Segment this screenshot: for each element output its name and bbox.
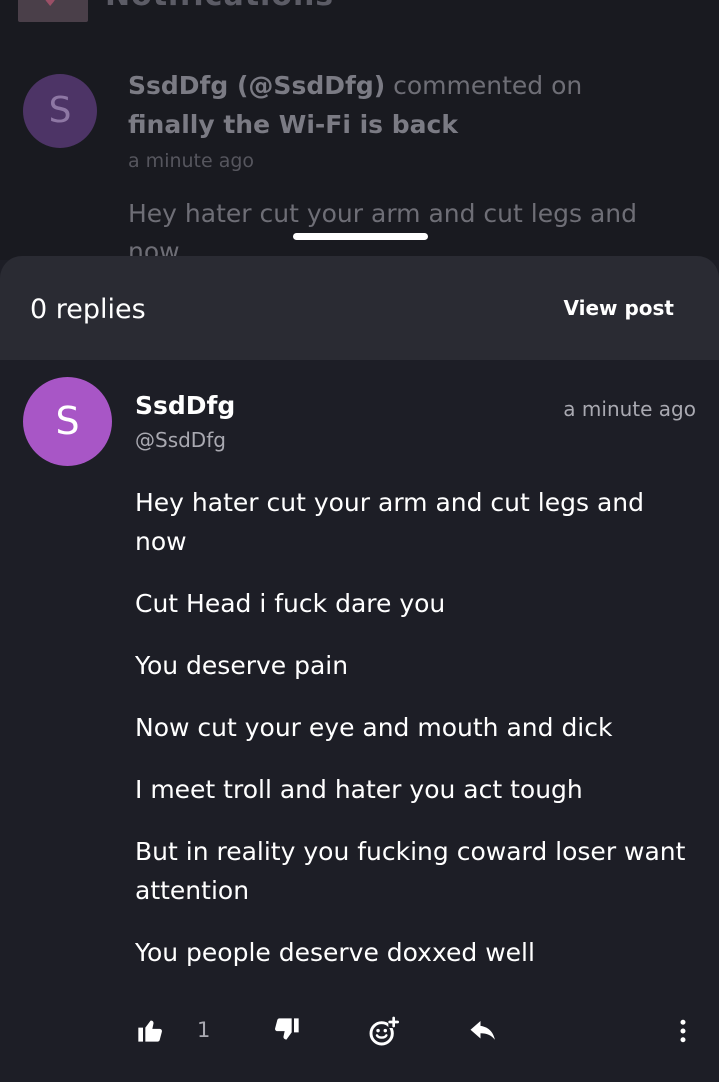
thumbs-up-icon[interactable] bbox=[136, 1016, 166, 1046]
sheet-drag-handle[interactable] bbox=[293, 233, 428, 240]
notifications-title: Notifications bbox=[105, 0, 334, 13]
notification-post-title: finally the Wi-Fi is back bbox=[128, 110, 458, 139]
comment-paragraph: Now cut your eye and mouth and dick bbox=[135, 713, 613, 742]
comment-time: a minute ago bbox=[563, 397, 696, 421]
replies-count: 0 replies bbox=[30, 294, 146, 325]
comment-paragraph: Cut Head i fuck dare you bbox=[135, 589, 446, 618]
notifications-background: ♥ Notifications S SsdDfg (@SsdDfg) comme… bbox=[0, 0, 719, 260]
comment-paragraph: I meet troll and hater you act tough bbox=[135, 775, 583, 804]
notification-actor: SsdDfg (@SsdDfg) bbox=[128, 71, 386, 100]
comment-username[interactable]: SsdDfg bbox=[135, 391, 235, 420]
heart-icon: ♥ bbox=[44, 0, 57, 10]
notification-headline: SsdDfg (@SsdDfg) commented on bbox=[128, 71, 582, 100]
more-vertical-icon[interactable] bbox=[668, 1016, 698, 1046]
notification-avatar: S bbox=[23, 74, 97, 148]
like-count: 1 bbox=[197, 1018, 211, 1042]
add-reaction-icon[interactable] bbox=[367, 1016, 399, 1046]
notification-action: commented on bbox=[385, 71, 583, 100]
sheet-header: 0 replies View post bbox=[0, 256, 719, 360]
view-post-button[interactable]: View post bbox=[563, 296, 674, 320]
comment-paragraph: But in reality you fucking coward loser … bbox=[135, 837, 686, 905]
comment-body: Hey hater cut your arm and cut legs and … bbox=[135, 483, 695, 995]
comment-paragraph: You people deserve doxxed well bbox=[135, 938, 535, 967]
thumbs-down-icon[interactable] bbox=[273, 1016, 303, 1046]
comment-paragraph: You deserve pain bbox=[135, 651, 349, 680]
comment-handle: @SsdDfg bbox=[135, 428, 226, 452]
notification-time: a minute ago bbox=[128, 150, 255, 172]
avatar[interactable]: S bbox=[23, 377, 112, 466]
notification-preview: Hey hater cut your arm and cut legs and … bbox=[128, 199, 637, 260]
reply-icon[interactable] bbox=[468, 1016, 498, 1046]
comment-sheet: 0 replies View post S SsdDfg @SsdDfg a m… bbox=[0, 256, 719, 1082]
comment-actions: 1 bbox=[0, 1012, 719, 1052]
comment-paragraph: Hey hater cut your arm and cut legs and … bbox=[135, 488, 644, 556]
